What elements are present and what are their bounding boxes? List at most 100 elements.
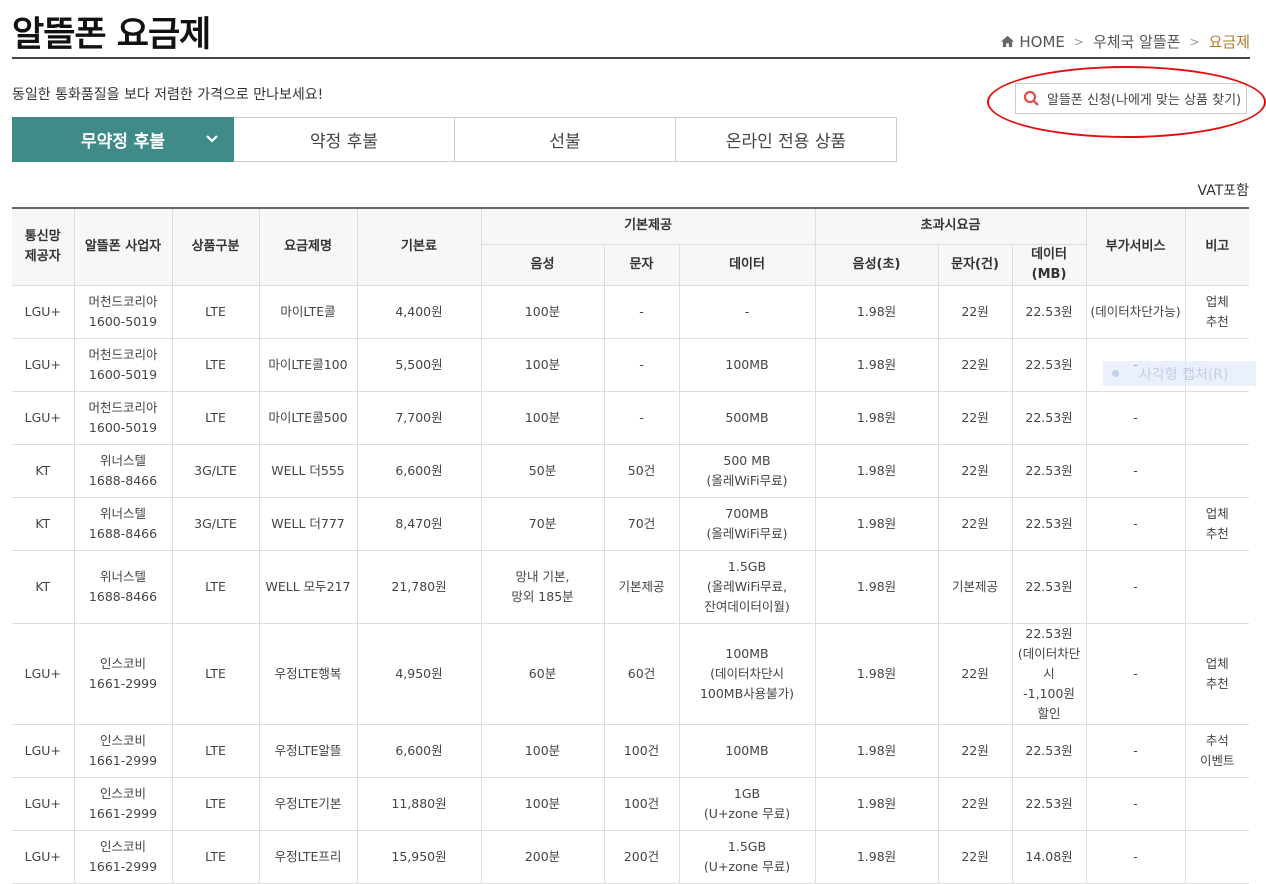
breadcrumb-level1[interactable]: 우체국 알뜰폰	[1093, 31, 1181, 52]
table-row: KT 위너스텔 1688-8466 3G/LTE WELL 더777 8,470원 70분…	[12, 496, 1250, 551]
table-cell: 100분	[480, 337, 605, 392]
table-cell: 기본제공	[937, 549, 1013, 624]
header-note: 비고	[1184, 207, 1250, 286]
tab-contract-postpaid[interactable]: 약정 후불	[234, 117, 455, 162]
header-plan: 요금제명	[258, 207, 358, 286]
table-cell: 5,500원	[356, 337, 482, 392]
table-cell: -	[1085, 443, 1186, 498]
table-cell: 22.53원	[1011, 284, 1087, 339]
table-row: LGU+ 머천드코리아 1600-5019 LTE 마이LTE콜 4,400원 100분 -…	[12, 284, 1250, 339]
table-cell: 70분	[480, 496, 605, 551]
table-cell: WELL 더555	[258, 443, 358, 498]
table-cell: 1.98원	[814, 496, 939, 551]
home-icon[interactable]	[1000, 35, 1015, 48]
chevron-right-icon: >	[1073, 34, 1084, 49]
table-cell	[1184, 443, 1250, 498]
table-cell: 업체 추천	[1184, 284, 1250, 339]
tab-online-only[interactable]: 온라인 전용 상품	[676, 117, 897, 162]
header-basic: 기본제공	[480, 207, 816, 245]
table-cell: 우정LTE알뜰	[258, 723, 358, 778]
table-cell: -	[603, 390, 680, 445]
plan-table: 통신망 제공자 알뜰폰 사업자 상품구분 요금제명 기본료 기본제공 초과시요금…	[12, 207, 1250, 884]
table-cell: 700MB (올레WiFi무료)	[678, 496, 816, 551]
breadcrumb-home[interactable]: HOME	[1019, 33, 1065, 51]
table-cell: 100MB	[678, 723, 816, 778]
table-cell: LTE	[171, 723, 260, 778]
table-cell: 인스코비 1661-2999	[73, 776, 173, 831]
table-cell: LGU+	[12, 829, 75, 884]
table-cell: (데이터차단가능)	[1085, 284, 1186, 339]
page-title: 알뜰폰 요금제	[12, 15, 211, 55]
table-cell: 100MB	[678, 337, 816, 392]
capture-label: 사각형 캡처(R)	[1139, 366, 1229, 383]
table-cell: 22원	[937, 337, 1013, 392]
table-cell: 6,600원	[356, 723, 482, 778]
table-cell: -	[678, 284, 816, 339]
table-cell: KT	[12, 496, 75, 551]
table-cell: 8,470원	[356, 496, 482, 551]
table-cell: 200건	[603, 829, 680, 884]
table-row: LGU+ 인스코비 1661-2999 LTE 우정LTE프리 15,950원 200분 2…	[12, 829, 1250, 884]
table-cell: LTE	[171, 390, 260, 445]
header-over-data: 데이터(MB)	[1011, 243, 1087, 286]
table-cell: 4,400원	[356, 284, 482, 339]
table-cell: 15,950원	[356, 829, 482, 884]
table-cell: 100건	[603, 776, 680, 831]
table-cell: WELL 더777	[258, 496, 358, 551]
table-cell: 머천드코리아 1600-5019	[73, 337, 173, 392]
table-cell: -	[603, 337, 680, 392]
table-cell: 11,880원	[356, 776, 482, 831]
table-cell: LTE	[171, 776, 260, 831]
chevron-right-icon: >	[1189, 34, 1200, 49]
table-row: LGU+ 인스코비 1661-2999 LTE 우정LTE알뜰 6,600원 100분 10…	[12, 723, 1250, 778]
table-cell	[1184, 549, 1250, 624]
table-cell: 우정LTE행복	[258, 622, 358, 725]
table-cell: 머천드코리아 1600-5019	[73, 284, 173, 339]
table-cell: 22원	[937, 390, 1013, 445]
table-cell: LTE	[171, 829, 260, 884]
tab-no-contract-postpaid[interactable]: 무약정 후불	[12, 117, 234, 162]
table-cell: 추석 이벤트	[1184, 723, 1250, 778]
header-data: 데이터	[678, 243, 816, 286]
header-sms: 문자	[603, 243, 680, 286]
header-mvno: 알뜰폰 사업자	[73, 207, 173, 286]
capture-tooltip: 사각형 캡처(R)	[1103, 361, 1256, 386]
table-cell: 100분	[480, 723, 605, 778]
header-extra: 부가서비스	[1085, 207, 1186, 286]
table-cell: 22.53원	[1011, 776, 1087, 831]
table-cell: 21,780원	[356, 549, 482, 624]
table-cell: 22.53원	[1011, 723, 1087, 778]
table-cell: 500 MB (올레WiFi무료)	[678, 443, 816, 498]
table-cell: 마이LTE콜	[258, 284, 358, 339]
tab-label: 선불	[549, 132, 581, 152]
table-cell: -	[1085, 549, 1186, 624]
table-cell: KT	[12, 549, 75, 624]
table-cell: WELL 모두217	[258, 549, 358, 624]
table-row: LGU+ 머천드코리아 1600-5019 LTE 마이LTE콜500 7,700원 10…	[12, 390, 1250, 445]
table-cell: 22원	[937, 284, 1013, 339]
table-cell: 1.98원	[814, 443, 939, 498]
table-cell: LGU+	[12, 723, 75, 778]
table-cell: 위너스텔 1688-8466	[73, 496, 173, 551]
title-divider	[12, 57, 1250, 59]
table-row: KT 위너스텔 1688-8466 3G/LTE WELL 더555 6,600원 50분…	[12, 443, 1250, 498]
table-cell: 22원	[937, 496, 1013, 551]
table-cell: 인스코비 1661-2999	[73, 622, 173, 725]
header-carrier: 통신망 제공자	[12, 207, 75, 286]
table-cell: 22.53원	[1011, 443, 1087, 498]
table-cell: 위너스텔 1688-8466	[73, 443, 173, 498]
table-cell: 1.5GB (올레WiFi무료, 잔여데이터이월)	[678, 549, 816, 624]
header-over: 초과시요금	[814, 207, 1087, 245]
table-cell: -	[1085, 390, 1186, 445]
table-cell: 7,700원	[356, 390, 482, 445]
red-annotation-circle	[987, 66, 1266, 138]
table-cell: LTE	[171, 622, 260, 725]
tab-label: 무약정 후불	[80, 132, 166, 152]
table-cell: 100MB (데이터차단시 100MB사용불가)	[678, 622, 816, 725]
table-cell: LTE	[171, 284, 260, 339]
table-cell: LTE	[171, 337, 260, 392]
table-cell: 1.98원	[814, 829, 939, 884]
tab-prepaid[interactable]: 선불	[455, 117, 676, 162]
table-cell: 200분	[480, 829, 605, 884]
table-cell: -	[1085, 622, 1186, 725]
